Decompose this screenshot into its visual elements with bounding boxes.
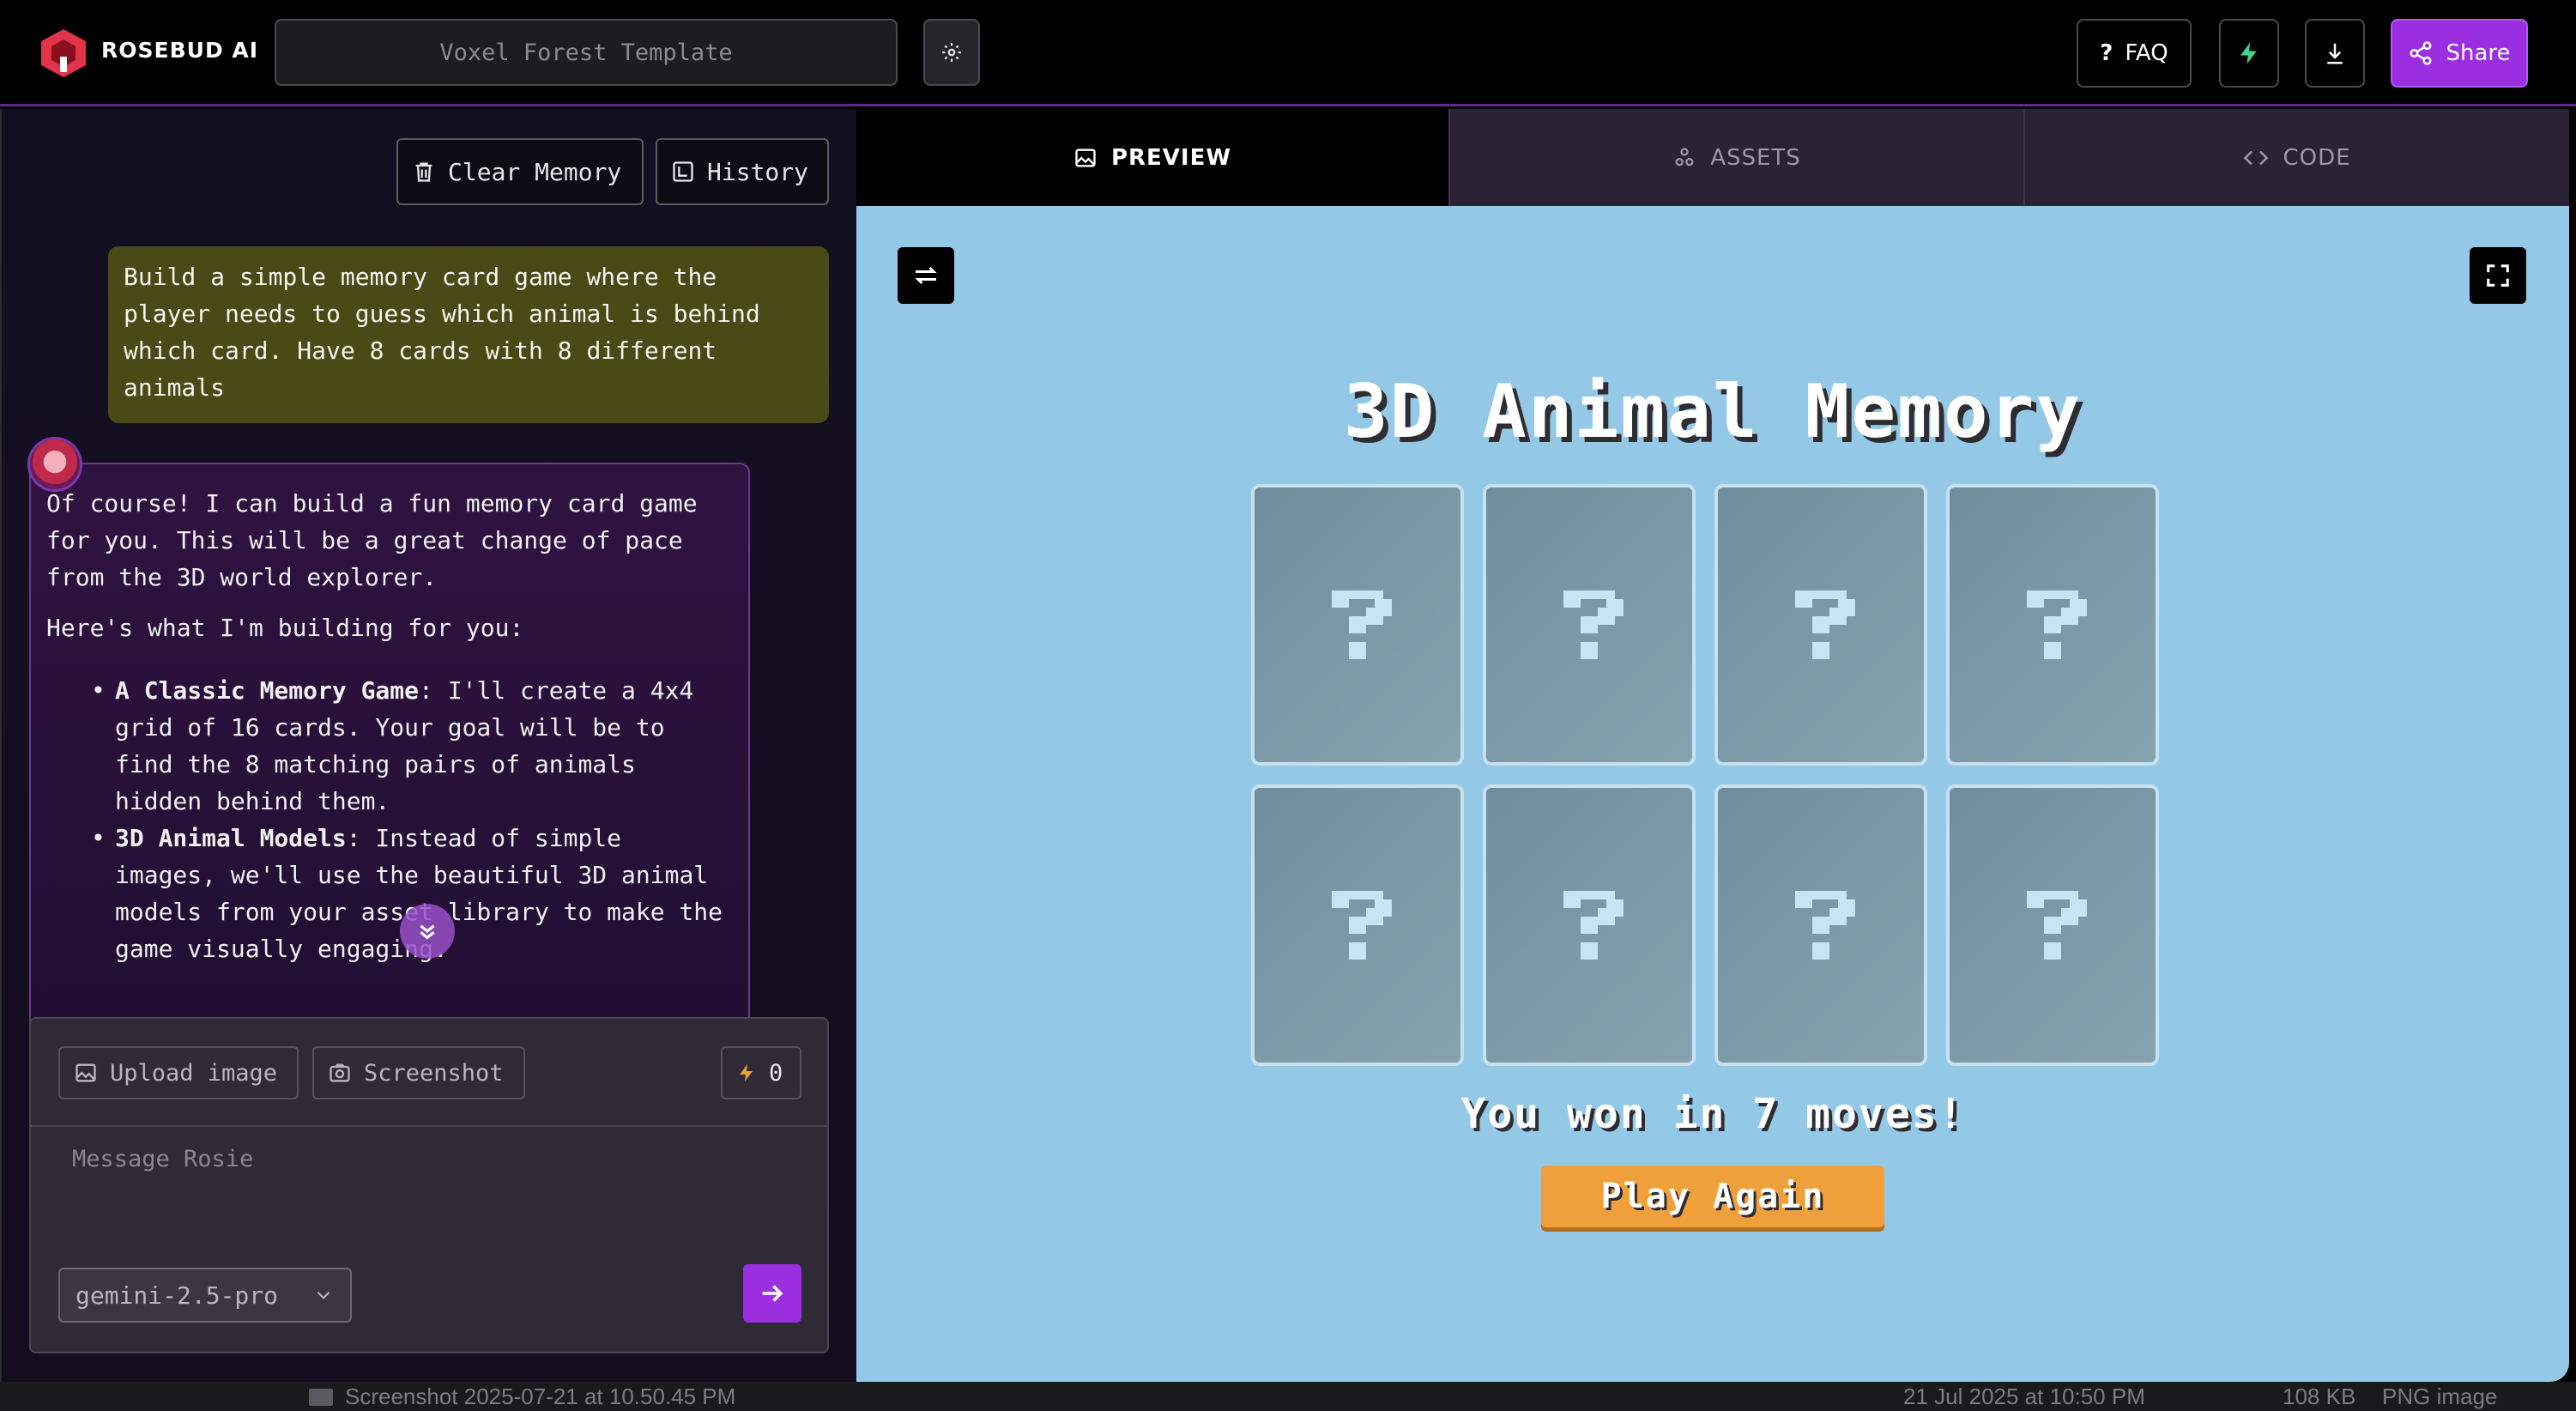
bullet-title: 3D Animal Models [115,824,347,852]
question-mark-icon [1795,891,1855,960]
credits-button[interactable]: 0 [721,1046,801,1099]
memory-card[interactable] [1946,784,2159,1066]
game-status: You won in 7 moves! [1460,1090,1965,1138]
file-kind: PNG image [2382,1384,2498,1409]
list-item: A Classic Memory Game: I'll create a 4x4… [91,672,733,820]
scroll-down-button[interactable] [400,904,455,959]
code-icon [2244,150,2269,165]
swap-icon [915,266,937,285]
tab-preview[interactable]: PREVIEW [856,109,1448,206]
camera-icon [330,1063,350,1082]
memory-card[interactable] [1251,484,1464,766]
lightning-icon [2240,42,2257,64]
question-mark-icon [1563,590,1624,659]
chevrons-down-icon [420,924,435,940]
game-preview[interactable]: 3D Animal Memory You won in 7 moves! Pla… [856,206,2569,1382]
upload-image-label: Upload image [110,1059,278,1087]
download-icon [2327,43,2343,64]
share-label: Share [2446,40,2511,66]
assistant-lead: Here's what I'm building for you: [46,614,524,642]
question-icon: ? [2100,40,2113,66]
play-again-button[interactable]: Play Again [1541,1166,1884,1227]
file-thumbnail-icon [309,1389,333,1406]
message-input[interactable]: Message Rosie [72,1146,253,1172]
tab-code[interactable]: CODE [2023,109,2569,206]
composer-toolbar: Upload image Screenshot 0 [31,1019,827,1127]
bullet-title: A Classic Memory Game [115,676,420,705]
share-button[interactable]: Share [2391,19,2528,88]
screenshot-button[interactable]: Screenshot [312,1046,525,1099]
view-tabs: PREVIEW ASSETS CODE [856,109,2569,206]
arrow-right-icon [762,1285,783,1302]
assistant-bullet-list: A Classic Memory Game: I'll create a 4x4… [46,672,733,967]
file-date: 21 Jul 2025 at 10:50 PM [1903,1384,2145,1409]
faq-button[interactable]: ? FAQ [2077,19,2192,88]
rosebud-logo-icon[interactable] [38,27,89,79]
memory-card[interactable] [1483,484,1696,766]
lightning-icon [740,1064,753,1081]
top-bar: ROSEBUD AI Voxel Forest Template ? FAQ S… [0,0,2576,106]
clear-memory-label: Clear Memory [448,157,622,186]
message-composer: Upload image Screenshot 0 Message Rosie … [29,1017,829,1353]
chat-panel: Clear Memory History Build a simple memo… [0,109,856,1382]
memory-card[interactable] [1483,784,1696,1066]
tab-assets-label: ASSETS [1710,144,1801,171]
history-button[interactable]: History [656,138,829,205]
memory-card[interactable] [1251,784,1464,1066]
tab-preview-label: PREVIEW [1110,144,1232,171]
model-select-value: gemini-2.5-pro [76,1281,279,1310]
user-message: Build a simple memory card game where th… [108,246,829,423]
memory-card[interactable] [1946,484,2159,766]
memory-card[interactable] [1714,484,1927,766]
tab-code-label: CODE [2283,144,2351,171]
gear-icon [942,43,961,62]
power-button[interactable] [2219,19,2279,88]
chevron-down-icon [317,1291,330,1299]
trash-icon [415,162,432,182]
question-mark-icon [1563,891,1624,960]
screenshot-label: Screenshot [364,1059,504,1087]
question-mark-icon [2027,590,2087,659]
upload-image-button[interactable]: Upload image [58,1046,299,1099]
assistant-message: Of course! I can build a fun memory card… [29,463,750,1098]
question-mark-icon [1332,590,1392,659]
file-name[interactable]: Screenshot 2025-07-21 at 10.50.45 PM [345,1384,735,1410]
history-label: History [707,157,809,186]
model-select[interactable]: gemini-2.5-pro [58,1268,352,1323]
question-mark-icon [1795,590,1855,659]
assistant-intro: Of course! I can build a fun memory card… [46,489,698,591]
finder-status-strip: Screenshot 2025-07-21 at 10.50.45 PM 21 … [0,1382,2576,1411]
memory-card[interactable] [1714,784,1927,1066]
project-title-field[interactable]: Voxel Forest Template [275,19,898,86]
fullscreen-button[interactable] [2470,247,2526,304]
brand-name: ROSEBUD AI [101,38,259,63]
image-icon [1075,148,1096,167]
game-title: 3D Animal Memory [1343,369,2083,455]
credits-count: 0 [769,1059,783,1087]
history-icon [673,161,693,182]
assets-icon [1675,147,1694,166]
clear-memory-button[interactable]: Clear Memory [396,138,644,205]
share-icon [2410,41,2432,65]
project-settings-button[interactable] [923,19,980,86]
question-mark-icon [2027,891,2087,960]
download-button[interactable] [2305,19,2365,88]
send-button[interactable] [743,1264,801,1323]
tab-assets[interactable]: ASSETS [1448,109,2023,206]
file-size: 108 KB [2283,1384,2356,1409]
swap-button[interactable] [898,247,954,304]
faq-label: FAQ [2125,40,2168,66]
question-mark-icon [1332,891,1392,960]
assistant-avatar [27,437,82,492]
fullscreen-icon [2487,264,2509,287]
image-icon [76,1063,96,1082]
